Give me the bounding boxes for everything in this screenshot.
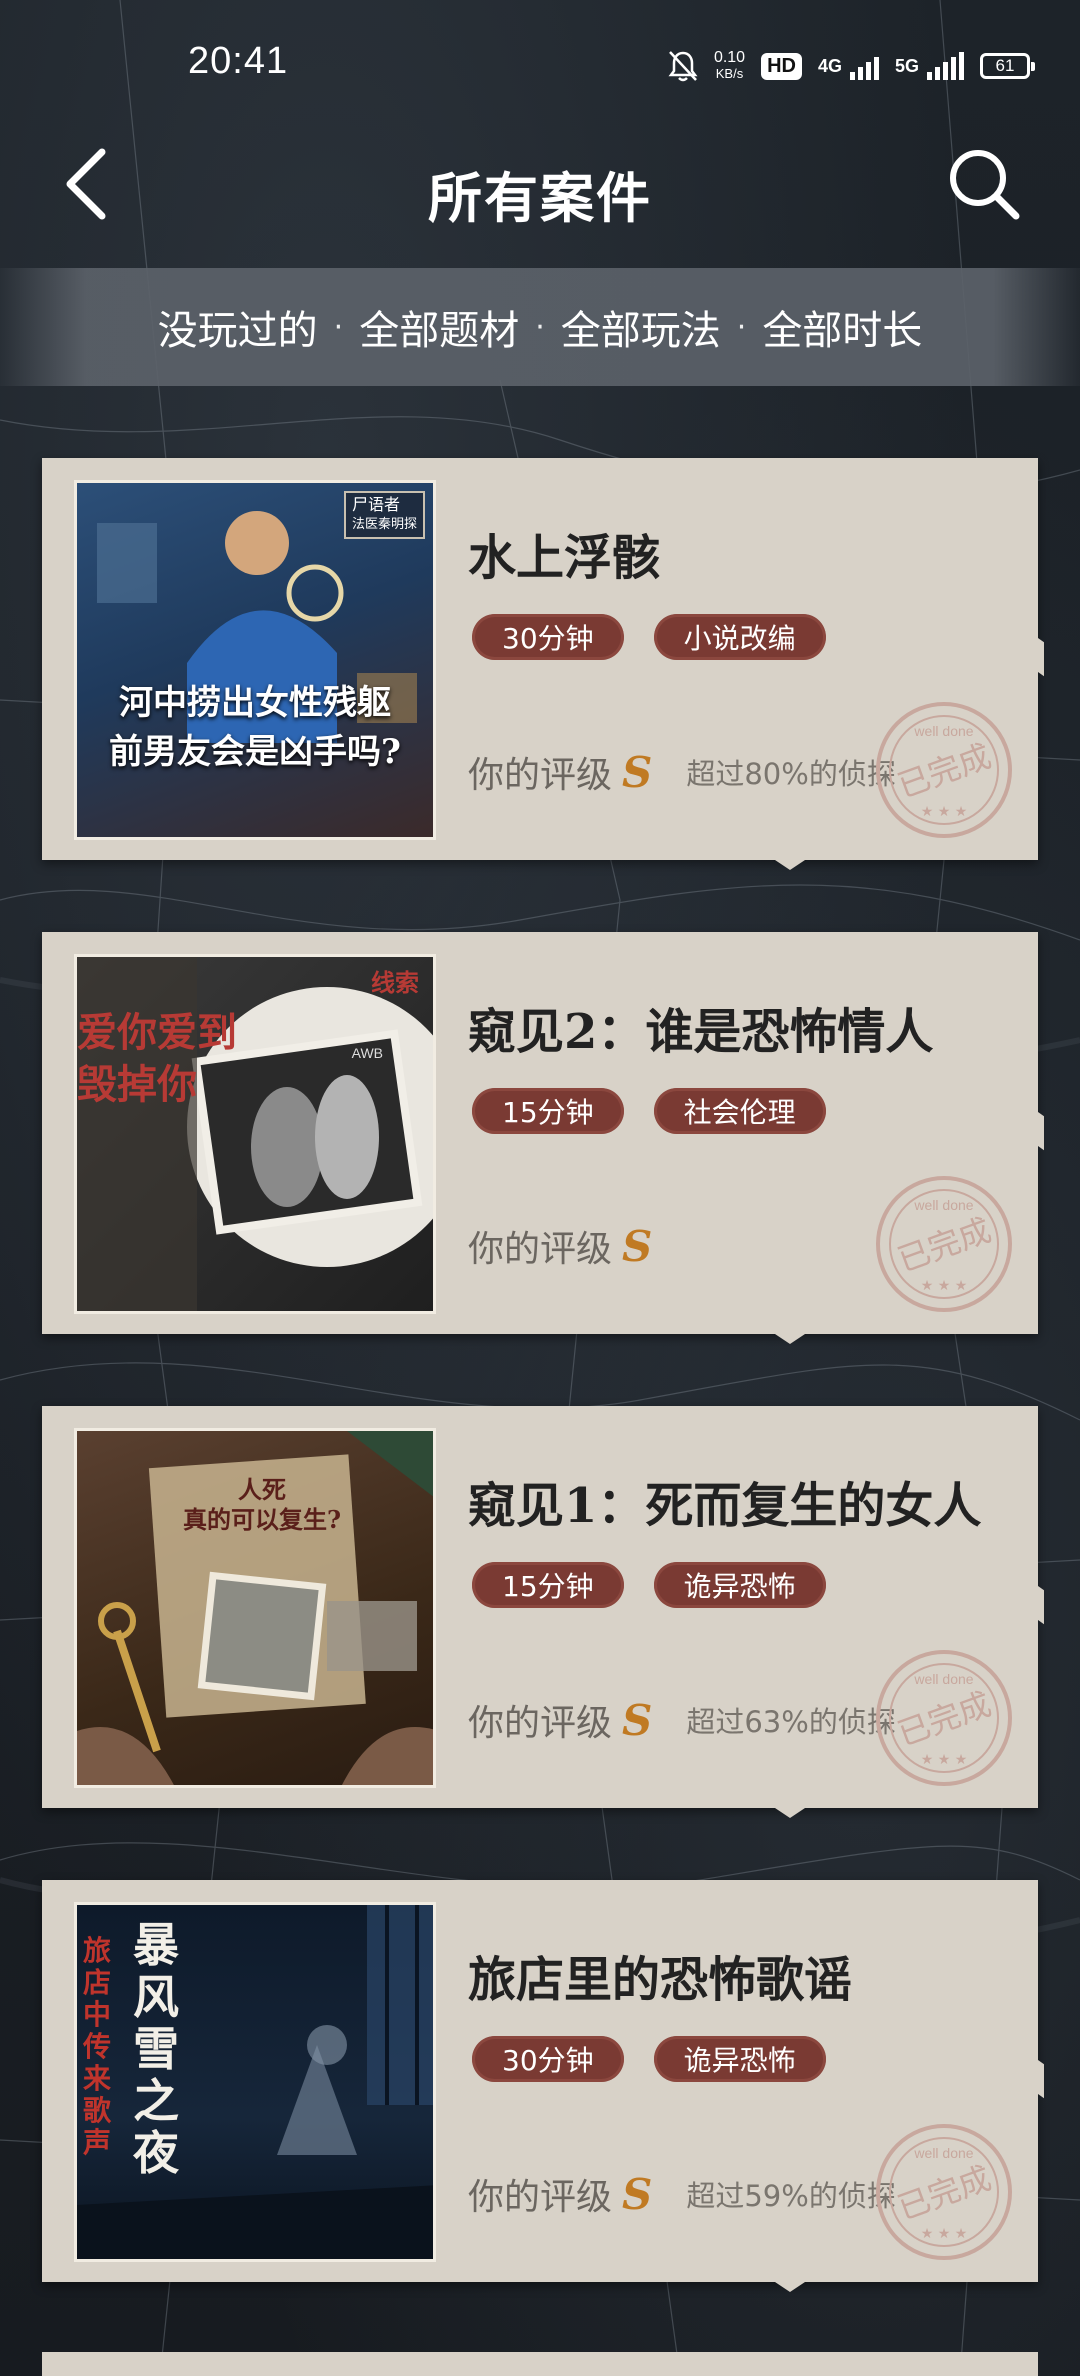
rating-label: 你的评级 bbox=[468, 1703, 613, 1744]
duration-tag: 15分钟 bbox=[472, 1562, 624, 1608]
rating-percentile: 超过63%的侦探 bbox=[686, 1705, 896, 1739]
case-title: 旅店里的恐怖歌谣 bbox=[468, 1952, 853, 2008]
top-nav: 所有案件 bbox=[0, 132, 1080, 232]
case-title: 窥见2：谁是恐怖情人 bbox=[468, 1004, 934, 1060]
rating-row: 你的评级 S 超过80%的侦探 bbox=[468, 746, 896, 798]
status-bar: 20:41 0.10 KB/s HD 4G 5G 61 bbox=[0, 0, 1080, 132]
rating-percentile: 超过59%的侦探 bbox=[686, 2179, 896, 2213]
completed-stamp-icon: well done 已完成 ★ ★ ★ bbox=[876, 2124, 1012, 2260]
rating-grade: S bbox=[622, 747, 653, 797]
cover-badge: 尸语者 法医秦明探 bbox=[343, 491, 425, 539]
cover-caption: 爱你爱到 毁掉你 bbox=[77, 1009, 237, 1108]
app-screen: { "status_bar": { "time": "20:41", "net_… bbox=[0, 0, 1080, 2376]
hd-badge: HD bbox=[761, 52, 802, 80]
card-notch bbox=[772, 1332, 808, 1344]
battery-icon: 61 bbox=[980, 53, 1035, 79]
genre-tag: 诡异恐怖 bbox=[653, 2036, 826, 2082]
filter-gameplay[interactable]: 全部玩法 bbox=[555, 298, 727, 356]
cover-caption: 人死 真的可以复生? bbox=[182, 1475, 342, 1534]
rating-row: 你的评级 S 超过63%的侦探 bbox=[468, 1694, 896, 1746]
cover-badge: 线索 bbox=[371, 968, 419, 997]
rating-row: 你的评级 S bbox=[468, 1220, 686, 1272]
rating-label: 你的评级 bbox=[468, 2177, 613, 2218]
rating-grade: S bbox=[622, 1695, 653, 1745]
svg-text:已完成: 已完成 bbox=[893, 737, 996, 806]
status-time: 20:41 bbox=[188, 40, 289, 82]
signal-5g-icon bbox=[927, 52, 964, 80]
rating-grade: S bbox=[622, 1221, 653, 1271]
signal-4g-icon bbox=[849, 52, 879, 80]
card-notch bbox=[772, 1806, 808, 1818]
net-5g-label: 5G bbox=[894, 55, 919, 76]
case-card[interactable]: 人死 真的可以复生? 窥见1：死而复生的女人 15分钟 诡异恐怖 你的评级 S … bbox=[42, 1406, 1038, 1818]
page-title: 所有案件 bbox=[428, 166, 652, 230]
card-notch bbox=[772, 858, 808, 870]
cover-subtitle-vertical: 旅店中传来歌声 bbox=[83, 1934, 112, 2159]
search-icon[interactable] bbox=[946, 146, 1022, 222]
mute-bell-icon bbox=[668, 51, 698, 82]
rating-percentile: 超过80%的侦探 bbox=[686, 757, 896, 791]
genre-tag: 诡异恐怖 bbox=[653, 1562, 826, 1608]
case-card[interactable]: 暴风雪之夜 旅店中传来歌声 旅店里的恐怖歌谣 30分钟 诡异恐怖 你的评级 S … bbox=[42, 1880, 1038, 2292]
filter-played[interactable]: 没玩过的 bbox=[152, 298, 324, 356]
svg-text:★ ★ ★: ★ ★ ★ bbox=[921, 1752, 968, 1768]
rating-label: 你的评级 bbox=[468, 755, 613, 796]
filter-separator: · bbox=[535, 309, 545, 345]
filter-duration[interactable]: 全部时长 bbox=[756, 298, 928, 356]
case-card[interactable]: 爱你爱到 毁掉你 线索 AWB 窥见2：谁是恐怖情人 15分钟 社会伦理 你的评… bbox=[42, 932, 1038, 1344]
svg-text:★ ★ ★: ★ ★ ★ bbox=[921, 1278, 968, 1294]
case-card[interactable]: 尸语者 法医秦明探 河中捞出女性残躯 前男友会是凶手吗? 水上浮骸 30分钟 小… bbox=[42, 458, 1038, 870]
rating-grade: S bbox=[622, 2169, 653, 2219]
completed-stamp-icon: well done 已完成 ★ ★ ★ bbox=[876, 1176, 1012, 1312]
case-cover-image[interactable]: 尸语者 法医秦明探 河中捞出女性残躯 前男友会是凶手吗? bbox=[74, 480, 436, 840]
genre-tag: 社会伦理 bbox=[653, 1088, 826, 1134]
svg-text:已完成: 已完成 bbox=[893, 1685, 996, 1754]
rating-label: 你的评级 bbox=[468, 1229, 613, 1270]
completed-stamp-icon: well done 已完成 ★ ★ ★ bbox=[876, 702, 1012, 838]
svg-text:已完成: 已完成 bbox=[893, 1211, 996, 1280]
case-title: 窥见1：死而复生的女人 bbox=[468, 1478, 982, 1534]
svg-text:well done: well done bbox=[913, 723, 973, 739]
filter-genre[interactable]: 全部题材 bbox=[353, 298, 525, 356]
net-speed: 0.10 KB/s bbox=[713, 49, 746, 82]
card-notch bbox=[772, 2280, 808, 2292]
case-tags: 30分钟 诡异恐怖 bbox=[472, 2036, 826, 2082]
duration-tag: 15分钟 bbox=[472, 1088, 624, 1134]
svg-text:★ ★ ★: ★ ★ ★ bbox=[921, 2226, 968, 2242]
svg-text:★ ★ ★: ★ ★ ★ bbox=[921, 804, 968, 820]
svg-text:well done: well done bbox=[913, 1671, 973, 1687]
case-title: 水上浮骸 bbox=[468, 530, 661, 586]
duration-tag: 30分钟 bbox=[472, 2036, 624, 2082]
case-card-partial[interactable] bbox=[42, 2352, 1038, 2376]
svg-text:well done: well done bbox=[913, 1197, 973, 1213]
filter-separator: · bbox=[736, 309, 747, 345]
rating-row: 你的评级 S 超过59%的侦探 bbox=[468, 2168, 896, 2220]
cover-caption: 河中捞出女性残躯 前男友会是凶手吗? bbox=[109, 683, 401, 772]
cover-title-vertical: 暴风雪之夜 bbox=[133, 1918, 179, 2180]
cover-badge-small: AWB bbox=[351, 1045, 383, 1061]
filter-separator: · bbox=[333, 309, 344, 345]
svg-text:well done: well done bbox=[913, 2145, 973, 2161]
case-cover-image[interactable]: 人死 真的可以复生? bbox=[74, 1428, 436, 1788]
cover-illustration bbox=[77, 1905, 433, 2259]
case-tags: 15分钟 社会伦理 bbox=[472, 1088, 826, 1134]
filter-bar: 没玩过的 · 全部题材 · 全部玩法 · 全部时长 bbox=[0, 268, 1080, 386]
net-4g-label: 4G bbox=[817, 55, 842, 76]
duration-tag: 30分钟 bbox=[472, 614, 624, 660]
completed-stamp-icon: well done 已完成 ★ ★ ★ bbox=[876, 1650, 1012, 1786]
genre-tag: 小说改编 bbox=[653, 614, 826, 660]
status-icons: 0.10 KB/s HD 4G 5G 61 bbox=[668, 46, 1035, 86]
case-tags: 15分钟 诡异恐怖 bbox=[472, 1562, 826, 1608]
case-cover-image[interactable]: 暴风雪之夜 旅店中传来歌声 bbox=[74, 1902, 436, 2262]
svg-text:已完成: 已完成 bbox=[893, 2159, 996, 2228]
case-cover-image[interactable]: 爱你爱到 毁掉你 线索 AWB bbox=[74, 954, 436, 1314]
case-tags: 30分钟 小说改编 bbox=[472, 614, 826, 660]
